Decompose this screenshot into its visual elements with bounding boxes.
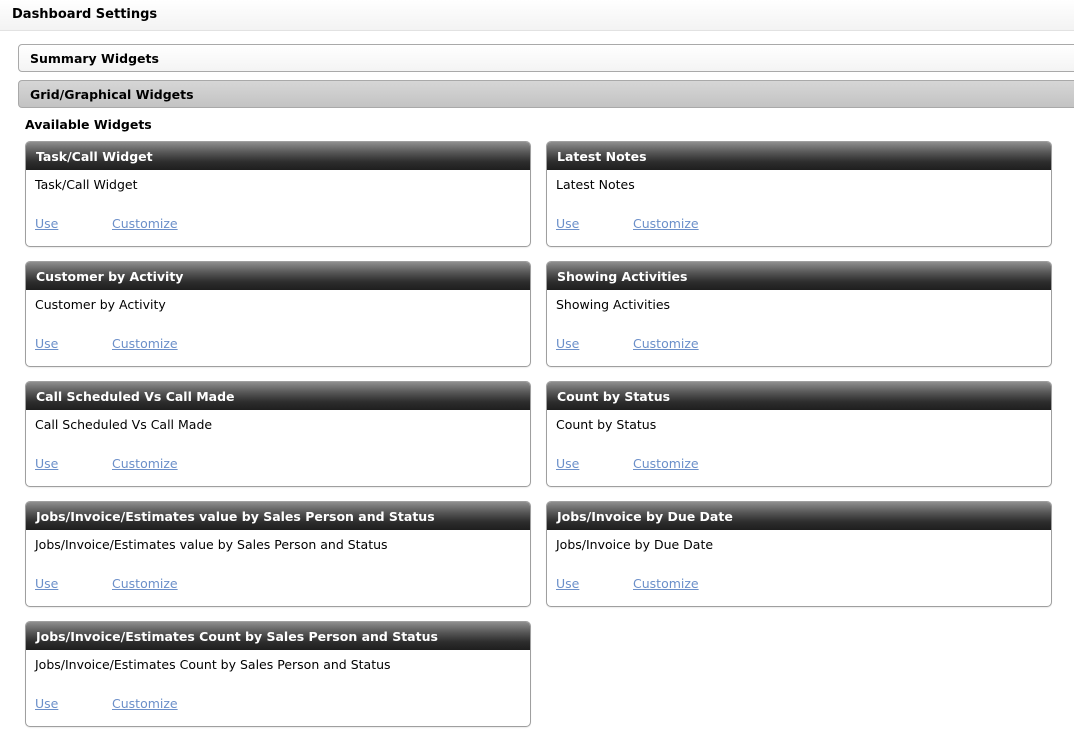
grid-graphical-widgets-label: Grid/Graphical Widgets: [30, 87, 194, 102]
widget-card: Customer by Activity Customer by Activit…: [25, 261, 531, 367]
summary-widgets-accordion[interactable]: Summary Widgets: [18, 44, 1074, 72]
widget-card: Latest Notes Latest Notes Use Customize: [546, 141, 1052, 247]
widget-description: Count by Status: [556, 417, 657, 432]
summary-widgets-label: Summary Widgets: [30, 51, 159, 66]
grid-graphical-widgets-accordion[interactable]: Grid/Graphical Widgets: [18, 80, 1074, 108]
customize-link[interactable]: Customize: [112, 456, 178, 471]
widget-card: Task/Call Widget Task/Call Widget Use Cu…: [25, 141, 531, 247]
customize-link[interactable]: Customize: [633, 216, 699, 231]
available-widgets-heading: Available Widgets: [25, 117, 152, 132]
widget-card: Jobs/Invoice/Estimates Count by Sales Pe…: [25, 621, 531, 727]
customize-link[interactable]: Customize: [633, 336, 699, 351]
widget-description: Jobs/Invoice/Estimates Count by Sales Pe…: [35, 657, 391, 672]
widget-title: Jobs/Invoice by Due Date: [547, 502, 1051, 530]
widget-description: Customer by Activity: [35, 297, 166, 312]
widget-card: Count by Status Count by Status Use Cust…: [546, 381, 1052, 487]
widget-card: Call Scheduled Vs Call Made Call Schedul…: [25, 381, 531, 487]
page-header: Dashboard Settings: [0, 0, 1074, 31]
customize-link[interactable]: Customize: [112, 336, 178, 351]
use-link[interactable]: Use: [35, 456, 58, 471]
widget-title: Latest Notes: [547, 142, 1051, 170]
widget-title: Jobs/Invoice/Estimates value by Sales Pe…: [26, 502, 530, 530]
widget-title: Task/Call Widget: [26, 142, 530, 170]
use-link[interactable]: Use: [35, 696, 58, 711]
widget-card: Jobs/Invoice by Due Date Jobs/Invoice by…: [546, 501, 1052, 607]
use-link[interactable]: Use: [35, 216, 58, 231]
widget-description: Task/Call Widget: [35, 177, 138, 192]
customize-link[interactable]: Customize: [633, 456, 699, 471]
widget-title: Count by Status: [547, 382, 1051, 410]
widget-card: Showing Activities Showing Activities Us…: [546, 261, 1052, 367]
widget-description: Showing Activities: [556, 297, 671, 312]
widget-description: Jobs/Invoice by Due Date: [556, 537, 714, 552]
use-link[interactable]: Use: [35, 576, 58, 591]
use-link[interactable]: Use: [556, 336, 579, 351]
customize-link[interactable]: Customize: [112, 216, 178, 231]
use-link[interactable]: Use: [556, 216, 579, 231]
use-link[interactable]: Use: [35, 336, 58, 351]
widget-description: Call Scheduled Vs Call Made: [35, 417, 213, 432]
widget-title: Jobs/Invoice/Estimates Count by Sales Pe…: [26, 622, 530, 650]
widget-title: Showing Activities: [547, 262, 1051, 290]
use-link[interactable]: Use: [556, 456, 579, 471]
widget-description: Latest Notes: [556, 177, 635, 192]
use-link[interactable]: Use: [556, 576, 579, 591]
widget-card: Jobs/Invoice/Estimates value by Sales Pe…: [25, 501, 531, 607]
customize-link[interactable]: Customize: [633, 576, 699, 591]
page-title: Dashboard Settings: [12, 7, 158, 22]
widget-title: Customer by Activity: [26, 262, 530, 290]
widget-title: Call Scheduled Vs Call Made: [26, 382, 530, 410]
widget-description: Jobs/Invoice/Estimates value by Sales Pe…: [35, 537, 388, 552]
customize-link[interactable]: Customize: [112, 696, 178, 711]
customize-link[interactable]: Customize: [112, 576, 178, 591]
